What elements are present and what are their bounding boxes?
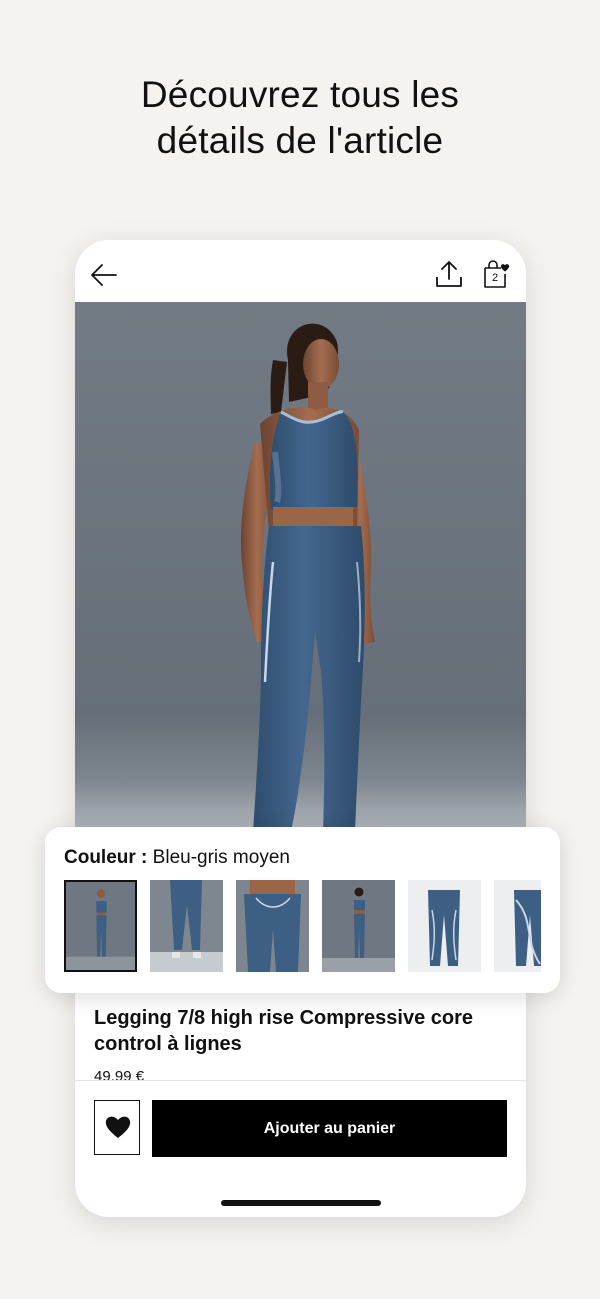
heart-icon bbox=[105, 1116, 131, 1138]
phone-frame: 2 Legging 7/8 high rise Compressive core… bbox=[75, 240, 526, 1217]
swatch-flat-front[interactable] bbox=[408, 880, 481, 972]
color-picker-card: Couleur : Bleu-gris moyen bbox=[45, 827, 560, 993]
favorite-button[interactable] bbox=[94, 1100, 140, 1155]
swatch-legs-front[interactable] bbox=[150, 880, 223, 972]
swatch-strip bbox=[64, 880, 541, 974]
product-title: Legging 7/8 high rise Compressive core c… bbox=[94, 1007, 474, 1055]
arrow-left-icon[interactable] bbox=[89, 260, 119, 290]
promo-headline: Découvrez tous les détails de l'article bbox=[0, 72, 600, 164]
promo-headline-line1: Découvrez tous les bbox=[140, 74, 460, 115]
share-icon[interactable] bbox=[433, 258, 465, 290]
swatch-model-back[interactable] bbox=[322, 880, 395, 972]
divider bbox=[75, 1080, 526, 1081]
product-hero-image[interactable] bbox=[75, 302, 526, 832]
color-label: Couleur : Bleu-gris moyen bbox=[64, 847, 290, 869]
swatch-flat-detail[interactable] bbox=[494, 880, 541, 972]
color-label-key: Couleur : bbox=[64, 847, 148, 868]
home-indicator bbox=[221, 1200, 381, 1206]
product-price: 49,99 € bbox=[94, 1068, 145, 1081]
bag-count-badge: 2 bbox=[491, 272, 499, 284]
swatch-model-front[interactable] bbox=[64, 880, 137, 972]
promo-headline-line2: détails de l'article bbox=[156, 120, 444, 161]
app-top-bar: 2 bbox=[75, 240, 526, 302]
add-to-cart-button[interactable]: Ajouter au panier bbox=[152, 1100, 507, 1157]
swatch-back-view[interactable] bbox=[236, 880, 309, 972]
selected-color-name: Bleu-gris moyen bbox=[152, 847, 290, 868]
